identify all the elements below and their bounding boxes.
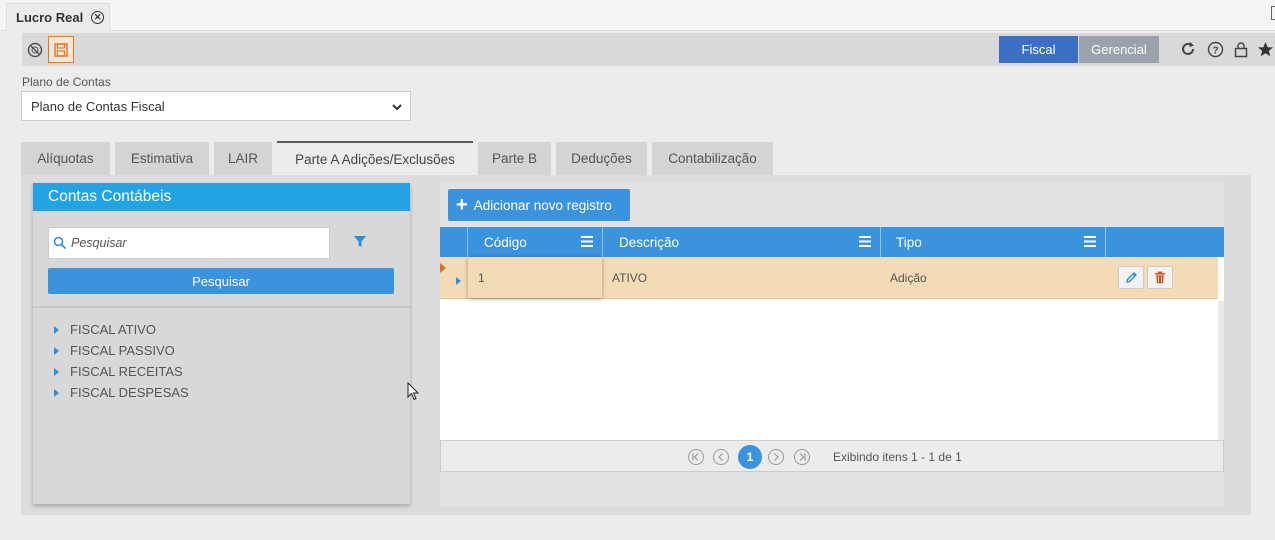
first-page-icon [692, 453, 699, 461]
current-page-button[interactable]: 1 [738, 445, 762, 469]
cell-descricao: ATIVO [612, 270, 648, 285]
tree-item-fiscal-despesas[interactable]: FISCAL DESPESAS [53, 382, 189, 403]
grid-pager: 1 Exibindo itens 1 - 1 de 1 [440, 440, 1224, 472]
window-tab-lucro-real[interactable]: Lucro Real ✕ [6, 3, 110, 31]
mouse-cursor-icon [407, 382, 419, 401]
tree-item-label: FISCAL RECEITAS [70, 364, 183, 379]
refresh-icon[interactable] [1179, 40, 1197, 58]
column-menu-icon[interactable] [859, 236, 871, 247]
toolbar: Fiscal Gerencial ? [22, 33, 1275, 66]
tree-item-label: FISCAL ATIVO [70, 322, 156, 337]
column-title: Código [484, 234, 527, 250]
next-page-button[interactable] [768, 449, 784, 465]
previous-page-button[interactable] [713, 449, 729, 465]
contas-contabeis-title: Contas Contábeis [33, 183, 410, 211]
tab-estimativa[interactable]: Estimativa [115, 142, 209, 175]
column-header-codigo[interactable]: Código [468, 227, 603, 257]
chevron-down-icon [392, 104, 402, 111]
column-header-actions [1106, 227, 1224, 257]
chevron-right-icon [774, 453, 779, 461]
last-page-button[interactable] [794, 449, 810, 465]
search-icon [49, 236, 71, 250]
tab-parte-a[interactable]: Parte A Adições/Exclusões [277, 141, 473, 176]
lock-icon[interactable] [1232, 40, 1250, 58]
trash-icon [1155, 271, 1165, 284]
cell-codigo-focused[interactable]: 1 [468, 257, 602, 298]
fiscal-toggle-button[interactable]: Fiscal [999, 36, 1078, 63]
tab-aliquotas[interactable]: Alíquotas [21, 142, 110, 175]
row-expand-icon[interactable] [456, 277, 461, 285]
window-tab-bar: Lucro Real ✕ [0, 0, 1275, 31]
tab-deducoes[interactable]: Deduções [556, 142, 647, 175]
panel-icon[interactable] [1271, 6, 1275, 20]
divider [33, 306, 410, 308]
pesquisar-button[interactable]: Pesquisar [48, 268, 394, 294]
cell-codigo: 1 [478, 270, 485, 285]
registros-grid-panel: + Adicionar novo registro Código Descriç… [440, 183, 1224, 507]
tree-item-fiscal-ativo[interactable]: FISCAL ATIVO [53, 319, 189, 340]
column-title: Tipo [896, 234, 922, 250]
caret-right-icon[interactable] [54, 367, 59, 376]
search-placeholder: Pesquisar [71, 236, 127, 250]
tree-item-label: FISCAL PASSIVO [70, 343, 175, 358]
cell-tipo: Adição [890, 270, 927, 285]
tab-lair[interactable]: LAIR [214, 142, 272, 175]
last-page-icon [799, 453, 806, 461]
save-button[interactable] [48, 36, 74, 63]
chevron-left-icon [718, 453, 723, 461]
column-menu-icon[interactable] [1084, 236, 1096, 247]
column-header-tipo[interactable]: Tipo [881, 227, 1106, 257]
contas-contabeis-panel: Contas Contábeis Pesquisar Pesquisar FIS… [33, 183, 410, 504]
close-icon[interactable]: ✕ [91, 11, 105, 24]
caret-right-icon[interactable] [54, 388, 59, 397]
column-header-descricao[interactable]: Descrição [603, 227, 881, 257]
add-record-button[interactable]: + Adicionar novo registro [448, 189, 630, 221]
first-page-button[interactable] [688, 449, 704, 465]
column-menu-icon[interactable] [581, 236, 593, 247]
contas-search-input[interactable]: Pesquisar [48, 227, 330, 259]
cancel-icon [27, 42, 43, 57]
grid-scrollbar[interactable] [1218, 301, 1224, 440]
delete-button[interactable] [1147, 266, 1173, 289]
pager-info: Exibindo itens 1 - 1 de 1 [833, 450, 962, 464]
save-icon [54, 42, 68, 57]
window-tab-title: Lucro Real [16, 10, 84, 25]
plano-de-contas-selected: Plano de Contas Fiscal [31, 98, 165, 114]
plano-de-contas-label: Plano de Contas [22, 75, 111, 89]
edit-button[interactable] [1118, 266, 1144, 289]
help-icon[interactable]: ? [1206, 40, 1224, 58]
tree-item-fiscal-passivo[interactable]: FISCAL PASSIVO [53, 340, 189, 361]
plano-de-contas-select[interactable]: Plano de Contas Fiscal [21, 91, 411, 121]
contas-tree: FISCAL ATIVO FISCAL PASSIVO FISCAL RECEI… [53, 319, 189, 403]
gerencial-toggle-button[interactable]: Gerencial [1079, 36, 1159, 63]
caret-right-icon[interactable] [54, 346, 59, 355]
tab-contabilizacao[interactable]: Contabilização [652, 142, 773, 175]
svg-text:?: ? [1212, 45, 1218, 56]
add-record-label: Adicionar novo registro [473, 197, 612, 213]
caret-right-icon[interactable] [54, 325, 59, 334]
tree-item-fiscal-receitas[interactable]: FISCAL RECEITAS [53, 361, 189, 382]
tree-item-label: FISCAL DESPESAS [70, 385, 189, 400]
star-icon[interactable] [1256, 40, 1274, 58]
filter-icon[interactable] [353, 235, 367, 251]
plus-icon: + [456, 194, 468, 216]
grid-header: Código Descrição Tipo [440, 227, 1224, 257]
grid-header-spacer [440, 227, 468, 257]
cancel-button[interactable] [22, 36, 48, 63]
tab-parte-b[interactable]: Parte B [478, 142, 551, 175]
grid-body: Código Descrição Tipo Adição ATIVO 1 [440, 227, 1224, 440]
current-row-marker-icon [440, 263, 446, 273]
pencil-icon [1125, 272, 1137, 283]
column-title: Descrição [619, 234, 680, 250]
